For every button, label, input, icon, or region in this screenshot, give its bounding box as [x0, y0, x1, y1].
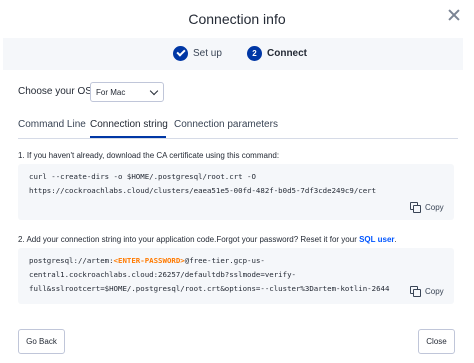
- step-setup-label: Set up: [193, 48, 222, 59]
- tab-divider: [18, 138, 458, 139]
- os-select[interactable]: For Mac: [90, 82, 164, 102]
- sql-user-link[interactable]: SQL user: [359, 235, 394, 244]
- chevron-down-icon: [149, 86, 159, 96]
- step-connect: 2 Connect: [247, 46, 307, 61]
- code-line: https://cockroachlabs.cloud/clusters/eae…: [29, 186, 377, 195]
- os-select-value: For Mac: [96, 88, 126, 97]
- code-line: full&sslrootcert=$HOME/.postgresql/root.…: [29, 284, 390, 293]
- copy-icon: [410, 202, 421, 213]
- check-icon: [173, 46, 188, 61]
- code-text: postgresql://artem:: [29, 256, 114, 265]
- tab-connection-parameters[interactable]: Connection parameters: [174, 119, 278, 130]
- code-line: postgresql://artem:<ENTER-PASSWORD>@free…: [29, 254, 443, 268]
- step2-text-suffix: .: [394, 235, 397, 244]
- password-placeholder: <ENTER-PASSWORD>: [113, 256, 185, 265]
- copy-label: Copy: [425, 202, 444, 212]
- tab-bar: Command Line Connection string Connectio…: [18, 117, 458, 139]
- copy-label: Copy: [425, 286, 444, 296]
- tab-command-line[interactable]: Command Line: [18, 119, 86, 130]
- step-setup: Set up: [173, 46, 222, 61]
- step1-instructions: 1. If you haven't already, download the …: [18, 151, 280, 160]
- code-line: central1.cockroachlabs.cloud:26257/defau…: [29, 270, 296, 279]
- os-label: Choose your OS: [18, 86, 92, 97]
- step2-text: 2. Add your connection string into your …: [18, 235, 360, 244]
- stepper: Set up 2 Connect: [3, 38, 463, 70]
- close-button[interactable]: Close: [418, 329, 455, 354]
- tab-connection-string[interactable]: Connection string: [90, 119, 168, 130]
- active-tab-indicator: [90, 136, 166, 138]
- go-back-button[interactable]: Go Back: [18, 329, 65, 354]
- copy-button[interactable]: Copy: [410, 286, 444, 297]
- code-line: curl --create-dirs -o $HOME/.postgresql/…: [29, 172, 256, 181]
- ca-cert-command-block: curl --create-dirs -o $HOME/.postgresql/…: [18, 164, 454, 220]
- step-connect-label: Connect: [267, 48, 307, 59]
- copy-button[interactable]: Copy: [410, 202, 444, 213]
- connection-string-block: postgresql://artem:<ENTER-PASSWORD>@free…: [18, 248, 454, 304]
- step-number: 2: [247, 46, 262, 61]
- step2-instructions: 2. Add your connection string into your …: [18, 235, 397, 244]
- dialog-title: Connection info: [188, 11, 286, 27]
- copy-icon: [410, 286, 421, 297]
- code-text: @free-tier.gcp-us-: [184, 256, 265, 265]
